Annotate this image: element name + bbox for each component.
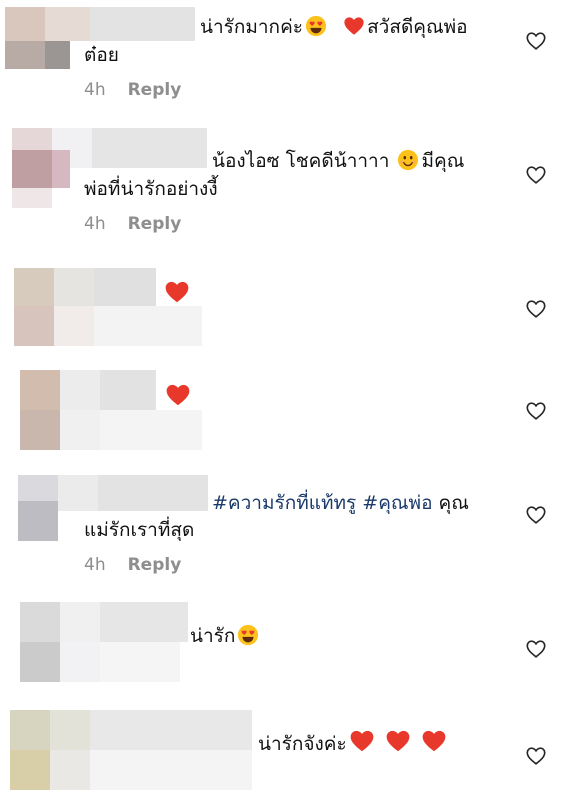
- red-heart-emoji: [421, 728, 447, 754]
- red-heart-emoji: [385, 728, 411, 754]
- blurred-avatar-username: [10, 710, 252, 790]
- comment-item: น่ารักจังค่ะ: [0, 0, 577, 800]
- like-heart-icon[interactable]: [525, 745, 547, 767]
- comment-text: น่ารักจังค่ะ: [258, 728, 449, 758]
- red-heart-emoji: [349, 728, 375, 754]
